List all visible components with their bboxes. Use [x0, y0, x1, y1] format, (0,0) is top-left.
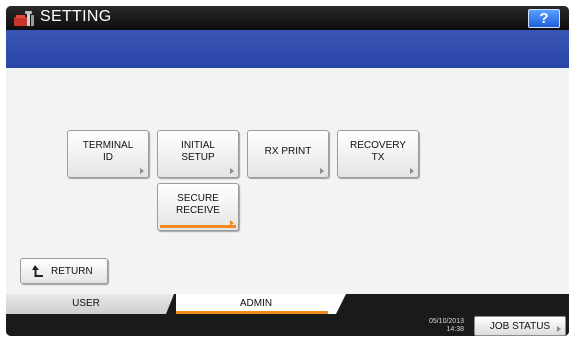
- terminal-id-button[interactable]: TERMINAL ID: [67, 130, 149, 178]
- selected-indicator: [160, 225, 236, 228]
- corner-arrow-icon: [230, 168, 234, 174]
- corner-arrow-icon: [320, 168, 324, 174]
- title-bar: SETTING ?: [6, 6, 569, 30]
- date-time: 05/10/2013 14:38: [404, 318, 464, 334]
- active-tab-indicator: [176, 311, 328, 314]
- corner-arrow-icon: [557, 326, 561, 332]
- rx-print-label: RX PRINT: [264, 146, 312, 157]
- toolbox-settings-icon: [14, 11, 34, 26]
- return-arrow-icon: [32, 265, 43, 277]
- initial-setup-button[interactable]: INITIAL SETUP: [157, 130, 239, 178]
- secure-receive-button[interactable]: SECURE RECEIVE: [157, 183, 239, 231]
- status-bar: 05/10/2013 14:38 JOB STATUS: [6, 311, 569, 336]
- menu-area: TERMINAL ID INITIAL SETUP RX PRINT RECOV…: [6, 68, 569, 294]
- corner-arrow-icon: [140, 168, 144, 174]
- setting-screen: SETTING ? TERMINAL ID INITIAL SETUP RX P…: [6, 6, 569, 336]
- job-status-label: JOB STATUS: [489, 320, 551, 332]
- time-text: 14:38: [446, 326, 464, 333]
- help-button[interactable]: ?: [528, 9, 560, 28]
- terminal-id-label: TERMINAL ID: [82, 140, 134, 163]
- tab-user[interactable]: USER: [6, 294, 174, 314]
- return-label: RETURN: [51, 265, 93, 277]
- initial-setup-label: INITIAL SETUP: [181, 140, 215, 163]
- corner-arrow-icon: [230, 220, 234, 226]
- job-status-button[interactable]: JOB STATUS: [474, 316, 566, 336]
- page-title: SETTING: [40, 8, 112, 25]
- return-button[interactable]: RETURN: [20, 258, 108, 284]
- rx-print-button[interactable]: RX PRINT: [247, 130, 329, 178]
- date-text: 05/10/2013: [428, 318, 464, 325]
- secure-receive-label: SECURE RECEIVE: [176, 193, 220, 216]
- recovery-tx-label: RECOVERY TX: [350, 140, 406, 163]
- message-area: [6, 30, 569, 68]
- recovery-tx-button[interactable]: RECOVERY TX: [337, 130, 419, 178]
- corner-arrow-icon: [410, 168, 414, 174]
